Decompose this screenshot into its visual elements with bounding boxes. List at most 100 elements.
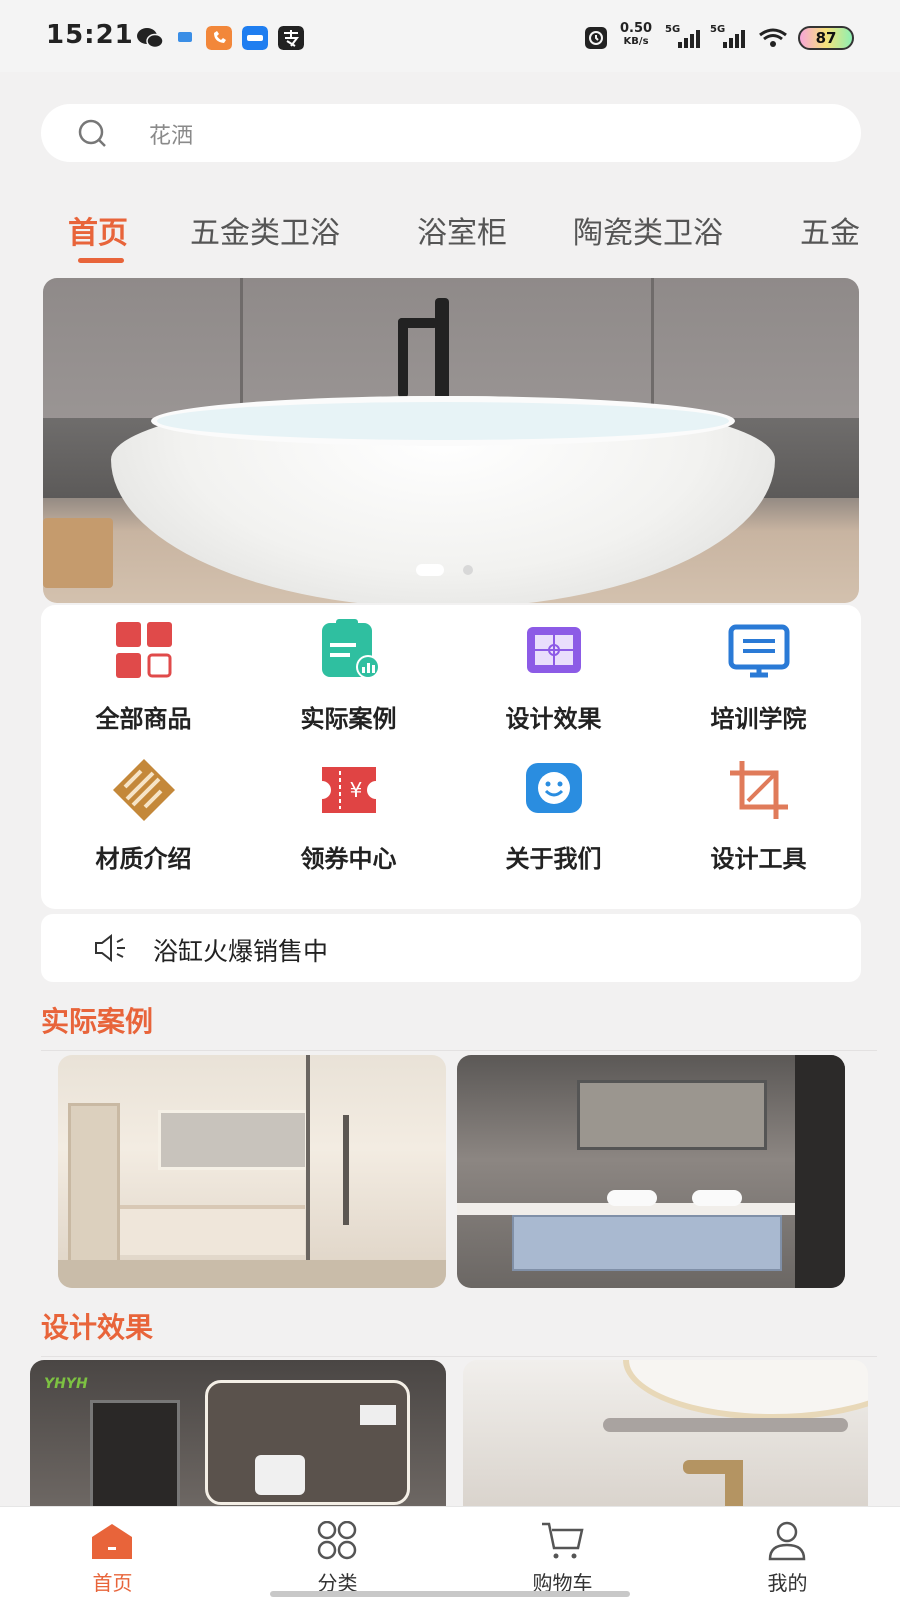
design-photo-1[interactable]: YHYH bbox=[30, 1360, 446, 1510]
gesture-home-bar[interactable] bbox=[270, 1591, 630, 1597]
search-placeholder: 花洒 bbox=[149, 124, 194, 149]
nav-category[interactable]: 分类 bbox=[225, 1507, 450, 1600]
user-icon bbox=[768, 1521, 806, 1561]
grid-label: 材质介绍 bbox=[95, 845, 192, 873]
case-photo-1[interactable] bbox=[58, 1055, 446, 1288]
grid-label: 培训学院 bbox=[710, 705, 807, 733]
photo-towel-bar bbox=[603, 1418, 848, 1432]
design-photo-2[interactable] bbox=[463, 1360, 868, 1510]
grid-label: 领券中心 bbox=[300, 845, 397, 873]
tab-ceramic-bath[interactable]: 陶瓷类卫浴 bbox=[573, 208, 723, 252]
search-icon bbox=[78, 119, 106, 147]
app-notify-icon bbox=[178, 32, 192, 42]
speaker-icon bbox=[95, 934, 125, 962]
grid-item-about[interactable]: 关于我们 bbox=[451, 745, 656, 885]
grid-item-coupons[interactable]: ¥ 领券中心 bbox=[246, 745, 451, 885]
signal-icon bbox=[723, 30, 745, 48]
photo-shelf bbox=[68, 1103, 120, 1278]
section-title-cases: 实际案例 bbox=[41, 1005, 154, 1038]
alipay-icon bbox=[278, 26, 304, 50]
case-photo-2[interactable] bbox=[457, 1055, 845, 1288]
status-time: 15:21 bbox=[46, 20, 134, 50]
grid-item-design[interactable]: 设计效果 bbox=[451, 605, 656, 745]
hello-app-icon bbox=[242, 26, 268, 50]
photo-toilet bbox=[255, 1455, 305, 1495]
tab-bathroom-cabinet[interactable]: 浴室柜 bbox=[417, 208, 507, 252]
quick-entry-grid: 全部商品 实际案例 设计效果 培训学院 材质介绍 ¥ 领券中心 关于我们 设计工… bbox=[41, 605, 861, 909]
grid-icon bbox=[116, 622, 172, 678]
phone-app-icon bbox=[206, 26, 232, 50]
nav-cart[interactable]: 购物车 bbox=[450, 1507, 675, 1600]
banner-wall-seam bbox=[651, 278, 654, 423]
section-divider bbox=[41, 1356, 877, 1357]
photo-mirror bbox=[577, 1080, 767, 1150]
photo-vanity-cabinet bbox=[512, 1215, 782, 1271]
battery-indicator: 87 bbox=[798, 26, 854, 50]
home-icon bbox=[92, 1524, 132, 1559]
tab-home[interactable]: 首页 bbox=[68, 208, 128, 252]
project-clipboard-icon bbox=[322, 619, 380, 679]
nav-profile[interactable]: 我的 bbox=[675, 1507, 900, 1600]
crop-tool-icon bbox=[730, 761, 788, 819]
nav-home[interactable]: 首页 bbox=[0, 1507, 225, 1600]
photo-shower-glass bbox=[306, 1055, 310, 1288]
photo-door bbox=[795, 1055, 845, 1288]
tab-hardware[interactable]: 五金 bbox=[800, 208, 860, 252]
status-bar: 15:21 0.50 KB/s 5G 5G 87 bbox=[0, 0, 900, 72]
grid-label: 全部商品 bbox=[95, 705, 192, 733]
presentation-board-icon bbox=[728, 624, 790, 678]
tab-hardware-bath[interactable]: 五金类卫浴 bbox=[190, 208, 340, 252]
wifi-icon bbox=[759, 28, 787, 47]
smile-chat-icon bbox=[526, 763, 582, 813]
carousel-dot[interactable] bbox=[463, 565, 473, 575]
carousel-indicator bbox=[43, 564, 859, 578]
design-watermark: YHYH bbox=[44, 1376, 88, 1392]
photo-floor bbox=[58, 1260, 446, 1288]
category-icon bbox=[317, 1521, 357, 1560]
bottom-navigation: 首页 分类 购物车 我的 bbox=[0, 1506, 900, 1600]
grid-label: 设计效果 bbox=[505, 705, 602, 733]
photo-faucet-base bbox=[725, 1460, 743, 1510]
nav-label: 我的 bbox=[767, 1571, 808, 1595]
alarm-icon bbox=[585, 27, 607, 49]
photo-towels bbox=[360, 1405, 396, 1425]
notice-bar[interactable]: 浴缸火爆销售中 bbox=[41, 914, 861, 982]
photo-round-mirror bbox=[623, 1360, 868, 1420]
active-tab-indicator bbox=[78, 258, 124, 263]
section-divider bbox=[41, 1050, 877, 1051]
nav-label: 首页 bbox=[92, 1571, 133, 1595]
section-title-design: 设计效果 bbox=[41, 1311, 154, 1344]
photo-led-mirror bbox=[205, 1380, 410, 1505]
banner-faucet-stem bbox=[398, 318, 408, 398]
grid-item-all-products[interactable]: 全部商品 bbox=[41, 605, 246, 745]
banner-wall-seam bbox=[240, 278, 243, 423]
banner-faucet bbox=[435, 298, 449, 408]
category-tabs: 首页 五金类卫浴 浴室柜 陶瓷类卫浴 五金 bbox=[0, 196, 900, 266]
photo-shower-head bbox=[343, 1115, 349, 1225]
photo-basin bbox=[607, 1190, 657, 1206]
cart-icon bbox=[542, 1522, 584, 1559]
photo-vanity bbox=[120, 1205, 305, 1255]
grid-item-design-tools[interactable]: 设计工具 bbox=[656, 745, 861, 885]
grid-label: 关于我们 bbox=[505, 845, 602, 873]
coupon-icon: ¥ bbox=[322, 767, 376, 813]
grid-item-cases[interactable]: 实际案例 bbox=[246, 605, 451, 745]
texture-icon bbox=[113, 759, 175, 821]
grid-label: 设计工具 bbox=[710, 845, 807, 873]
photo-cabinet bbox=[90, 1400, 180, 1510]
signal-icon bbox=[678, 30, 700, 48]
photo-basin bbox=[692, 1190, 742, 1206]
banner-bathtub-rim bbox=[151, 396, 735, 446]
notice-text: 浴缸火爆销售中 bbox=[153, 937, 329, 966]
grid-item-training[interactable]: 培训学院 bbox=[656, 605, 861, 745]
photo-mirror bbox=[158, 1110, 308, 1170]
banner-carousel[interactable] bbox=[43, 278, 859, 603]
carousel-dot-active[interactable] bbox=[416, 564, 444, 576]
search-bar[interactable]: 花洒 bbox=[41, 104, 861, 162]
grid-label: 实际案例 bbox=[300, 705, 397, 733]
grid-item-materials[interactable]: 材质介绍 bbox=[41, 745, 246, 885]
net-speed: 0.50 KB/s bbox=[620, 21, 653, 47]
svg-text:¥: ¥ bbox=[350, 778, 363, 802]
blueprint-icon bbox=[527, 627, 581, 673]
wechat-icon bbox=[137, 28, 164, 49]
